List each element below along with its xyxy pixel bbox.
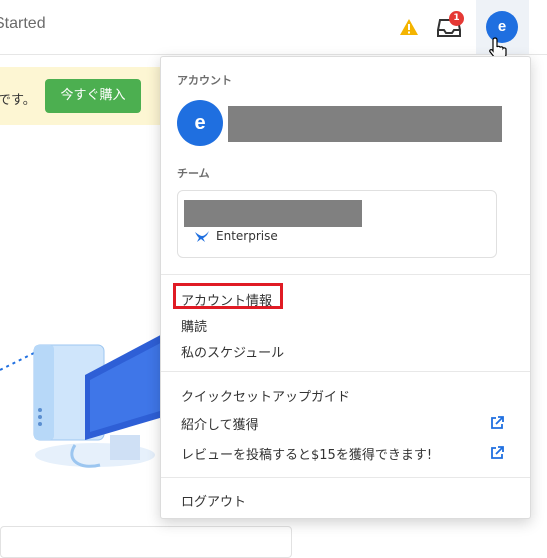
external-link-icon[interactable] [490, 446, 504, 460]
top-bar [0, 0, 547, 55]
team-section-label: チーム [177, 167, 210, 180]
menu-item-logout[interactable]: ログアウト [181, 491, 246, 510]
banner-text: です。 [0, 93, 36, 108]
account-avatar: e [177, 100, 223, 146]
menu-item-referral[interactable]: 紹介して獲得 [181, 414, 259, 433]
divider [161, 371, 530, 372]
warning-icon[interactable] [399, 18, 419, 36]
redacted-account-name [228, 106, 502, 142]
menu-item-quick-setup[interactable]: クイックセットアップガイド [181, 386, 350, 405]
divider [161, 477, 530, 478]
menu-item-subscription[interactable]: 購読 [181, 316, 207, 335]
menu-item-account-info[interactable]: アカウント情報 [181, 290, 272, 309]
enterprise-plan-icon [195, 231, 209, 242]
buy-now-button[interactable]: 今すぐ購入 [45, 79, 141, 113]
page-title: Started [0, 15, 46, 32]
team-plan: Enterprise [194, 229, 278, 243]
team-card[interactable]: Enterprise [177, 190, 497, 258]
menu-item-my-schedule[interactable]: 私のスケジュール [181, 342, 284, 361]
divider [161, 274, 530, 275]
account-section-label: アカウント [177, 74, 232, 87]
computer-illustration [0, 330, 170, 468]
menu-item-review[interactable]: レビューを投稿すると$15を獲得できます! [181, 444, 432, 463]
external-link-icon[interactable] [490, 416, 504, 430]
team-plan-label: Enterprise [216, 229, 278, 243]
notification-badge: 1 [449, 11, 464, 26]
content-card [0, 526, 292, 558]
redacted-team-name [184, 200, 362, 227]
account-dropdown: アカウント e チーム Enterprise アカウント情報 購読 私のスケジュ… [160, 56, 531, 519]
